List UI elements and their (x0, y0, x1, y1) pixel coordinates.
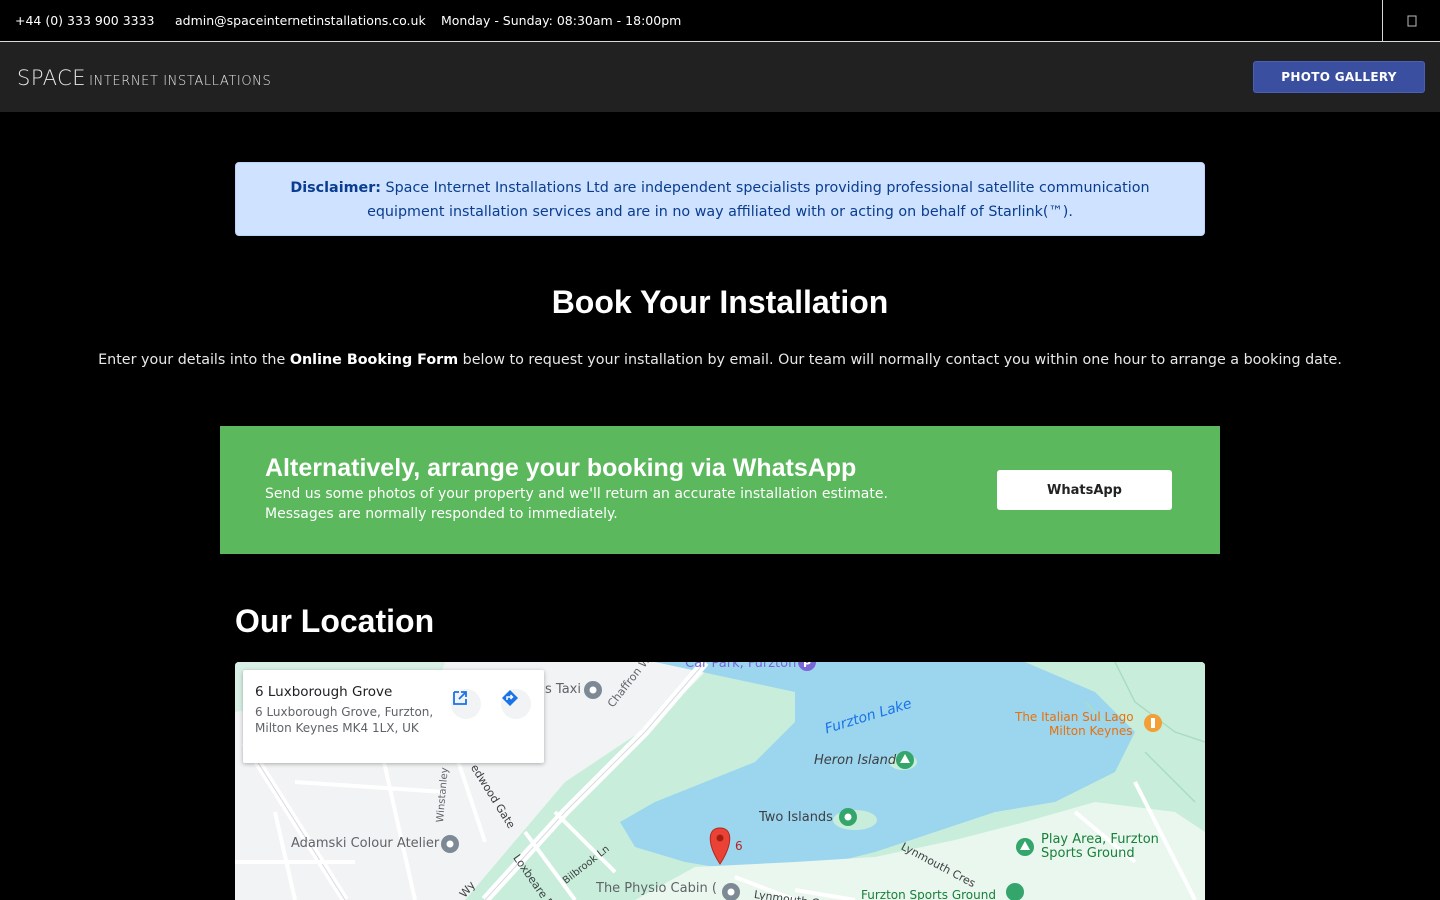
whatsapp-panel: Alternatively, arrange your booking via … (220, 426, 1220, 554)
map-label-sports-ground: Furzton Sports Ground (861, 888, 996, 900)
map-card-title: 6 Luxborough Grove (255, 684, 393, 700)
top-bar: +44 (0) 333 900 3333 admin@spaceinternet… (0, 0, 1440, 42)
map-label-two-islands: Two Islands (759, 810, 833, 825)
booking-desc-strong: Online Booking Form (289, 352, 459, 368)
map-card-address: 6 Luxborough Grove, Furzton, Milton Keyn… (255, 705, 434, 735)
external-link-icon (453, 691, 467, 705)
embedded-map[interactable]: Car Park, Furzton P s Taxi Chaffron Wy F… (235, 662, 1205, 900)
map-info-card: 6 Luxborough Grove 6 Luxborough Grove, F… (243, 670, 544, 763)
map-label-car-park: Car Park, Furzton (685, 662, 797, 671)
phone-link[interactable]: +44 (0) 333 900 3333 (15, 13, 155, 28)
whatsapp-line-2: Messages are normally responded to immed… (265, 506, 618, 522)
map-label-physio: The Physio Cabin ( (596, 881, 717, 896)
map-label-italian-1: The Italian Sul Lago (1015, 710, 1134, 724)
photo-gallery-button[interactable]: PHOTO GALLERY (1253, 61, 1425, 93)
map-label-play-area-1: Play Area, Furzton (1041, 832, 1159, 847)
booking-desc-after: below to request your installation by em… (458, 352, 1342, 368)
directions-icon (502, 690, 518, 706)
map-pin-label: 6 (735, 839, 743, 853)
map-label-play-area-2: Sports Ground (1041, 846, 1135, 861)
whatsapp-description: Send us some photos of your property and… (265, 484, 925, 524)
whatsapp-title: Alternatively, arrange your booking via … (265, 454, 857, 482)
logo-subtitle-text: INTERNET INSTALLATIONS (89, 74, 272, 89)
directions-button[interactable] (501, 689, 531, 719)
map-label-adamski: Adamski Colour Atelier (291, 836, 440, 851)
email-link[interactable]: admin@spaceinternetinstallations.co.uk (175, 13, 426, 28)
missing-glyph-icon (1407, 15, 1416, 26)
whatsapp-button[interactable]: WhatsApp (997, 470, 1172, 510)
page-title: Book Your Installation (551, 284, 889, 320)
logo-space-text: SPACE (17, 66, 87, 90)
site-header: SPACE INTERNET INSTALLATIONS (0, 42, 1440, 112)
opening-hours: Monday - Sunday: 08:30am - 18:00pm (441, 13, 682, 28)
booking-desc-before: Enter your details into the (98, 352, 290, 368)
map-label-italian-2: Milton Keynes (1049, 724, 1133, 738)
map-label-heron-island: Heron Island (814, 753, 897, 768)
map-label-p: P (803, 662, 812, 670)
disclaimer-text: Space Internet Installations Ltd are ind… (367, 180, 1150, 220)
booking-description: Enter your details into the Online Booki… (0, 352, 1440, 368)
open-in-maps-button[interactable] (451, 689, 481, 719)
site-logo[interactable]: SPACE INTERNET INSTALLATIONS (17, 66, 271, 90)
disclaimer-alert: Disclaimer: Space Internet Installations… (235, 162, 1205, 236)
social-icon[interactable] (1382, 0, 1440, 41)
map-label-taxi: s Taxi (545, 682, 581, 697)
disclaimer-label: Disclaimer: (290, 180, 381, 196)
whatsapp-line-1: Send us some photos of your property and… (265, 486, 888, 502)
location-title: Our Location (235, 603, 435, 639)
